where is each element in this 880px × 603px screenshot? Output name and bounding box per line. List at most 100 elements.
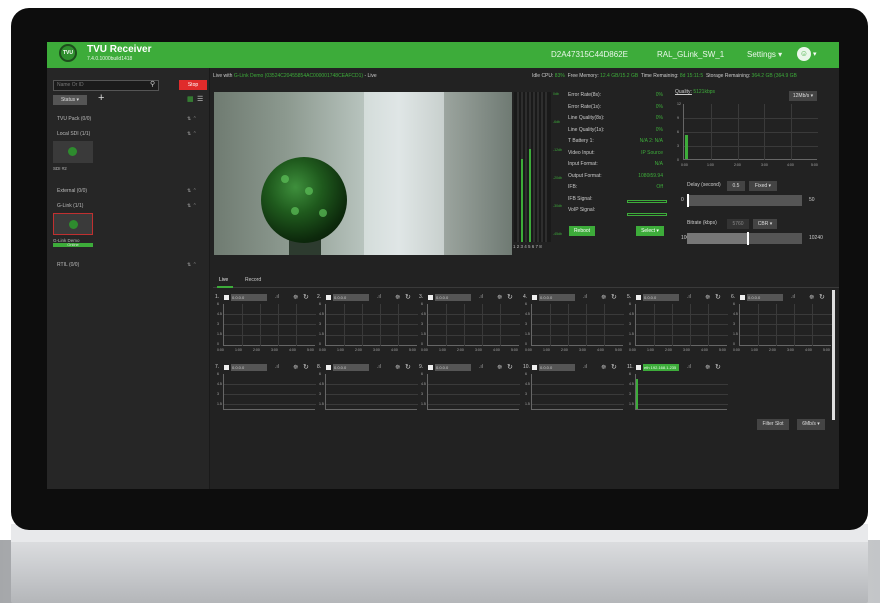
bitrate-slider[interactable] (687, 232, 802, 245)
reboot-button[interactable]: Reboot (569, 226, 595, 236)
refresh-icon[interactable]: ↻ (507, 363, 513, 371)
status-filter-button[interactable]: Status ▾ (53, 95, 87, 105)
channel-checkbox[interactable] (636, 365, 641, 370)
y-tick: 6 (733, 302, 735, 306)
sort-collapse-icon[interactable]: ⇅ ⌃ (187, 131, 197, 137)
network-icon[interactable]: ☸ (601, 364, 606, 371)
network-icon[interactable]: ☸ (293, 294, 298, 301)
network-icon[interactable]: ☸ (395, 364, 400, 371)
settings-menu[interactable]: Settings ▾ (747, 50, 782, 59)
chevron-down-icon[interactable]: ▾ (813, 50, 817, 58)
sdi-source-thumbnail[interactable] (53, 141, 93, 163)
tab-live[interactable]: Live (219, 277, 228, 283)
grid-line (380, 304, 381, 346)
sort-collapse-icon[interactable]: ⇅ ⌃ (187, 203, 197, 209)
x-tick: 1:00 (543, 348, 550, 352)
y-tick: 6 (319, 302, 321, 306)
add-icon[interactable]: + (98, 92, 104, 104)
x-tick: 1:00 (751, 348, 758, 352)
stop-button[interactable]: Stop (179, 80, 207, 90)
channel-checkbox[interactable] (740, 295, 745, 300)
glink-source-thumbnail[interactable] (53, 213, 93, 235)
user-avatar-icon[interactable]: ☺ (797, 47, 811, 61)
channel-checkbox[interactable] (636, 295, 641, 300)
network-icon[interactable]: ☸ (497, 294, 502, 301)
channel-checkbox[interactable] (532, 295, 537, 300)
filter-slot-button[interactable]: Filter Slot (757, 419, 789, 430)
grid-view-icon[interactable]: ▦ (187, 95, 194, 103)
grid-line (684, 132, 818, 133)
y-tick: 4.5 (319, 312, 324, 316)
search-icon[interactable]: ⚲ (150, 80, 155, 88)
refresh-icon[interactable]: ↻ (507, 293, 513, 301)
grid-line (224, 335, 316, 336)
refresh-icon[interactable]: ↻ (611, 293, 617, 301)
scrollbar[interactable] (832, 290, 835, 420)
video-preview[interactable] (214, 92, 512, 255)
grid-line (684, 146, 818, 147)
y-tick: 0 (525, 342, 527, 346)
select-button[interactable]: Select ▾ (636, 226, 664, 236)
x-tick: 2:00 (769, 348, 776, 352)
network-icon[interactable]: ☸ (705, 294, 710, 301)
bitrate-slider-knob[interactable] (747, 232, 749, 245)
network-icon[interactable]: ☸ (497, 364, 502, 371)
db-tick: -45db (553, 232, 562, 236)
group-glink[interactable]: G-Link (1/1) (57, 203, 83, 209)
info-label: Line Quality(1s): (568, 127, 605, 133)
info-value: 0% (655, 104, 663, 110)
audio-meter-track (545, 92, 547, 242)
y-tick: 3 (629, 392, 631, 396)
refresh-icon[interactable]: ↻ (303, 363, 309, 371)
info-value: N/A (654, 161, 663, 167)
refresh-icon[interactable]: ↻ (819, 293, 825, 301)
channel-checkbox[interactable] (224, 295, 229, 300)
group-external[interactable]: External (0/0) (57, 188, 87, 194)
channel-checkbox[interactable] (224, 365, 229, 370)
refresh-icon[interactable]: ↻ (715, 363, 721, 371)
signal-bars-icon: .ıl (377, 294, 381, 300)
network-icon[interactable]: ☸ (705, 364, 710, 371)
delay-value-input[interactable]: 0.5 (727, 181, 745, 191)
sort-collapse-icon[interactable]: ⇅ ⌃ (187, 262, 197, 268)
mbs-select[interactable]: 6Mb/s ▾ (797, 419, 825, 430)
tab-record[interactable]: Record (245, 277, 261, 283)
sort-collapse-icon[interactable]: ⇅ ⌃ (187, 188, 197, 194)
refresh-icon[interactable]: ↻ (611, 363, 617, 371)
refresh-icon[interactable]: ↻ (303, 293, 309, 301)
delay-slider-knob[interactable] (687, 194, 689, 207)
delay-mode-select[interactable]: Fixed ▾ (749, 181, 777, 191)
channel-checkbox[interactable] (326, 365, 331, 370)
group-rtil[interactable]: RTIL (0/0) (57, 262, 79, 268)
channel-checkbox[interactable] (428, 295, 433, 300)
x-tick: 5:00 (719, 348, 726, 352)
refresh-icon[interactable]: ↻ (405, 293, 411, 301)
live-prefix: Live with (213, 73, 233, 79)
channel-chart (427, 374, 520, 410)
network-icon[interactable]: ☸ (601, 294, 606, 301)
delay-slider[interactable] (687, 194, 802, 207)
group-tvu-pack[interactable]: TVU Pack (0/0) (57, 116, 91, 122)
group-local-sdi[interactable]: Local SDI (1/1) (57, 131, 90, 137)
channel-chart (223, 374, 316, 410)
refresh-icon[interactable]: ↻ (405, 363, 411, 371)
db-tick: -20db (553, 176, 562, 180)
channel-checkbox[interactable] (326, 295, 331, 300)
network-icon[interactable]: ☸ (809, 294, 814, 301)
list-view-icon[interactable]: ☰ (197, 95, 203, 103)
channel-ip: 0.0.0.0 (539, 364, 575, 371)
channel-checkbox[interactable] (428, 365, 433, 370)
search-input[interactable]: Name Or ID (53, 80, 159, 91)
network-icon[interactable]: ☸ (395, 294, 400, 301)
channel-checkbox[interactable] (532, 365, 537, 370)
x-tick: 4:00 (701, 348, 708, 352)
bitrate-mode-select[interactable]: CBR ▾ (753, 219, 777, 229)
y-tick: 3 (319, 322, 321, 326)
channel-number: 4. (523, 294, 528, 300)
info-value: 0% (655, 92, 663, 98)
refresh-icon[interactable]: ↻ (715, 293, 721, 301)
network-icon[interactable]: ☸ (293, 364, 298, 371)
bitrate-value-input[interactable]: 5760 (727, 219, 749, 229)
quality-scale-select[interactable]: 12Mb/s ▾ (789, 91, 817, 101)
sort-collapse-icon[interactable]: ⇅ ⌃ (187, 116, 197, 122)
